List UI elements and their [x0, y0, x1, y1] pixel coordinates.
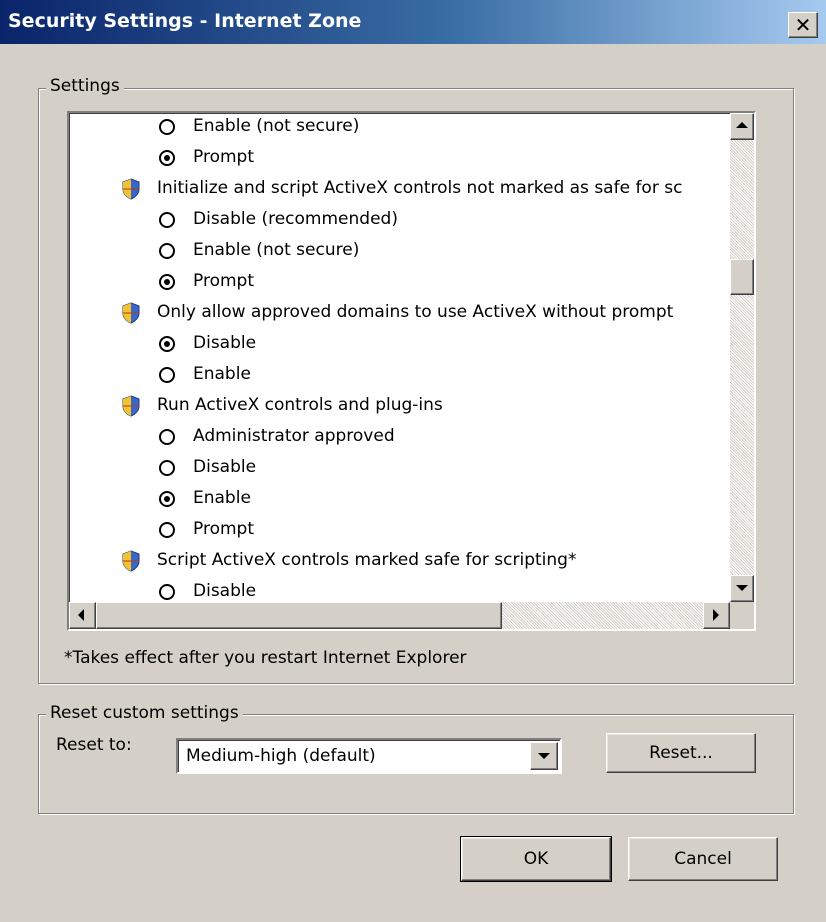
shield-icon — [121, 178, 141, 200]
setting-option[interactable]: Prompt — [69, 266, 730, 297]
setting-option-label: Administrator approved — [193, 426, 395, 446]
radio-icon[interactable] — [159, 119, 175, 135]
close-icon: ✕ — [794, 13, 812, 37]
arrow-up-icon — [736, 122, 748, 128]
setting-option[interactable]: Prompt — [69, 142, 730, 173]
arrow-left-icon — [78, 609, 84, 621]
radio-icon[interactable] — [159, 274, 175, 290]
setting-option[interactable]: Disable — [69, 328, 730, 359]
setting-option-label: Disable (recommended) — [193, 209, 398, 229]
setting-category[interactable]: Script ActiveX controls marked safe for … — [69, 545, 730, 576]
ok-button[interactable]: OK — [460, 836, 612, 882]
scroll-down-button[interactable] — [730, 575, 754, 602]
setting-option-label: Enable (not secure) — [193, 240, 360, 260]
vertical-scroll-thumb[interactable] — [730, 259, 754, 295]
settings-group-label: Settings — [46, 76, 124, 96]
chevron-down-icon — [538, 753, 550, 759]
settings-tree: Enable (not secure) Prompt Initialize and … — [69, 113, 730, 602]
radio-icon[interactable] — [159, 491, 175, 507]
setting-option-label: Enable — [193, 488, 251, 508]
setting-option[interactable]: Prompt — [69, 514, 730, 545]
setting-option[interactable]: Enable (not secure) — [69, 113, 730, 142]
setting-category-label: Initialize and script ActiveX controls n… — [157, 178, 683, 198]
restart-note: *Takes effect after you restart Internet… — [64, 648, 467, 668]
setting-category[interactable]: Run ActiveX controls and plug-ins — [69, 390, 730, 421]
shield-icon — [121, 395, 141, 417]
reset-button[interactable]: Reset... — [606, 733, 756, 773]
arrow-right-icon — [713, 609, 719, 621]
radio-icon[interactable] — [159, 243, 175, 259]
setting-option-label: Disable — [193, 333, 257, 353]
reset-to-label: Reset to: — [56, 735, 132, 755]
radio-icon[interactable] — [159, 522, 175, 538]
scroll-up-button[interactable] — [730, 113, 754, 140]
scroll-right-button[interactable] — [703, 602, 730, 629]
radio-icon[interactable] — [159, 212, 175, 228]
setting-option[interactable]: Enable (not secure) — [69, 235, 730, 266]
setting-category[interactable]: Initialize and script ActiveX controls n… — [69, 173, 730, 204]
setting-option[interactable]: Disable — [69, 576, 730, 602]
radio-icon[interactable] — [159, 584, 175, 600]
setting-option[interactable]: Disable — [69, 452, 730, 483]
settings-list-viewport: Enable (not secure) Prompt Initialize and … — [69, 113, 730, 602]
vertical-scrollbar[interactable] — [730, 113, 754, 602]
radio-icon[interactable] — [159, 429, 175, 445]
horizontal-scrollbar[interactable] — [69, 602, 730, 629]
setting-option-label: Disable — [193, 581, 257, 601]
window-title: Security Settings - Internet Zone — [8, 10, 362, 32]
radio-icon[interactable] — [159, 336, 175, 352]
radio-icon[interactable] — [159, 367, 175, 383]
setting-option-label: Enable (not secure) — [193, 116, 360, 136]
arrow-down-icon — [736, 585, 748, 591]
setting-category-label: Only allow approved domains to use Activ… — [157, 302, 674, 322]
setting-option-label: Prompt — [193, 519, 254, 539]
settings-list[interactable]: Enable (not secure) Prompt Initialize and … — [67, 111, 756, 631]
dropdown-button[interactable] — [530, 742, 558, 770]
setting-option[interactable]: Disable (recommended) — [69, 204, 730, 235]
setting-category[interactable]: Only allow approved domains to use Activ… — [69, 297, 730, 328]
reset-group-label: Reset custom settings — [46, 703, 243, 723]
setting-option[interactable]: Administrator approved — [69, 421, 730, 452]
setting-option[interactable]: Enable — [69, 483, 730, 514]
scroll-left-button[interactable] — [69, 602, 96, 629]
setting-category-label: Run ActiveX controls and plug-ins — [157, 395, 443, 415]
cancel-button[interactable]: Cancel — [628, 837, 778, 881]
close-button[interactable]: ✕ — [788, 12, 818, 38]
shield-icon — [121, 550, 141, 572]
radio-icon[interactable] — [159, 150, 175, 166]
title-bar[interactable]: Security Settings - Internet Zone ✕ — [0, 0, 826, 44]
setting-option[interactable]: Enable — [69, 359, 730, 390]
horizontal-scroll-thumb[interactable] — [96, 602, 502, 629]
scrollbar-corner — [730, 602, 754, 629]
setting-option-label: Prompt — [193, 147, 254, 167]
setting-category-label: Script ActiveX controls marked safe for … — [157, 550, 577, 570]
reset-level-dropdown[interactable]: Medium-high (default) — [176, 738, 562, 774]
setting-option-label: Enable — [193, 364, 251, 384]
radio-icon[interactable] — [159, 460, 175, 476]
shield-icon — [121, 302, 141, 324]
reset-level-value: Medium-high (default) — [186, 746, 376, 766]
security-settings-dialog: Security Settings - Internet Zone ✕ Sett… — [0, 0, 826, 922]
setting-option-label: Disable — [193, 457, 257, 477]
setting-option-label: Prompt — [193, 271, 254, 291]
